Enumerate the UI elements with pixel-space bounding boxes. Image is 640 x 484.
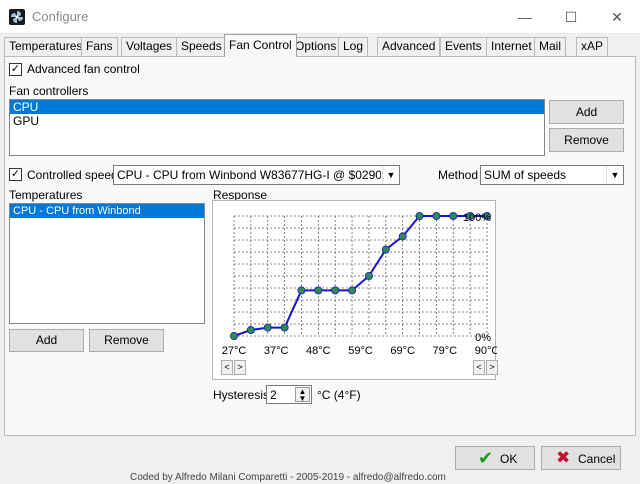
list-item[interactable]: GPU [10,114,544,128]
curve-point[interactable] [331,286,340,295]
app-fan-icon [9,9,25,25]
curve-point[interactable] [314,286,323,295]
curve-point[interactable] [398,232,407,241]
window-title: Configure [32,9,89,24]
x-tick-label: 59°C [348,345,373,357]
tab-internet[interactable]: Internet [486,37,537,56]
fan-controllers-list[interactable]: CPU GPU [9,99,545,156]
maximize-button[interactable]: ☐ [548,0,594,34]
cross-icon: ✖ [556,448,571,467]
cancel-button[interactable]: ✖ Cancel [541,446,621,470]
checkmark-icon: ✔ [478,448,494,468]
curve-point[interactable] [348,286,357,295]
remove-temperature-button[interactable]: Remove [89,329,164,352]
ok-label: OK [500,452,518,466]
tab-log[interactable]: Log [338,37,369,56]
list-item[interactable]: CPU [10,100,544,114]
curve-point[interactable] [449,211,458,220]
tab-xap[interactable]: xAP [576,37,609,56]
credits-text: Coded by Alfredo Milani Comparetti - 200… [130,472,446,483]
curve-point[interactable] [415,211,424,220]
temperatures-label: Temperatures [9,188,83,202]
tab-voltages[interactable]: Voltages [121,37,178,56]
ok-button[interactable]: ✔ OK [455,446,535,470]
chevron-down-icon[interactable]: ▼ [606,166,623,184]
remove-fan-controller-button[interactable]: Remove [549,128,624,152]
tab-events[interactable]: Events [440,37,487,56]
advanced-fan-control-checkbox[interactable]: ✓ [9,63,22,76]
controlled-speed-select[interactable]: CPU - CPU from Winbond W83677HG-I @ $029… [113,165,400,185]
hysteresis-label: Hysteresis [213,388,270,402]
tab-fan-control[interactable]: Fan Control [224,34,297,57]
cancel-label: Cancel [578,452,616,466]
response-graph[interactable]: 100% 0% 27°C 37°C 48°C 59°C 69°C 79°C 90°C < >… [212,200,499,381]
tab-speeds[interactable]: Speeds [176,37,227,56]
y-tick-label: 0% [475,332,491,344]
curve-point[interactable] [364,272,373,281]
fan-controllers-label: Fan controllers [9,84,89,98]
x-tick-label: 48°C [306,345,331,357]
curve-point[interactable] [280,323,289,332]
x-tick-label: 69°C [390,345,415,357]
tab-fans[interactable]: Fans [81,37,118,56]
range-right-button[interactable]: > [486,360,498,375]
chevron-down-icon[interactable]: ▼ [382,166,399,184]
add-fan-controller-button[interactable]: Add [549,100,624,124]
shift-left-button[interactable]: < [221,360,233,375]
method-label: Method [438,168,479,182]
minimize-button[interactable]: — [502,0,548,34]
spinner-arrows-icon[interactable]: ▲ ▼ [295,387,310,403]
response-curve-svg[interactable]: 100% 0% 27°C 37°C 48°C 59°C 69°C 79°C 90°C [213,201,499,381]
x-tick-label: 27°C [222,345,247,357]
x-tick-label: 79°C [433,345,458,357]
curve-point[interactable] [246,326,255,335]
temperatures-list[interactable]: CPU - CPU from Winbond W83677HG-I [9,203,205,324]
tab-strip: Temperatures Fans Voltages Speeds Fan Co… [4,34,636,57]
controlled-speed-value: CPU - CPU from Winbond W83677HG-I @ $029… [117,168,381,182]
y-tick-label: 100% [463,212,491,224]
shift-right-button[interactable]: > [234,360,246,375]
tab-temperatures[interactable]: Temperatures [4,37,88,56]
x-tick-label: 90°C [475,345,497,357]
add-temperature-button[interactable]: Add [9,329,84,352]
list-item[interactable]: CPU - CPU from Winbond W83677HG-I [10,204,204,231]
controlled-speed-label: Controlled speed [27,168,118,182]
tab-advanced[interactable]: Advanced [377,37,441,56]
curve-point[interactable] [432,211,441,220]
curve-point[interactable] [381,245,390,254]
curve-point[interactable] [263,323,272,332]
hysteresis-value: 2 [270,388,277,402]
method-value: SUM of speeds [484,168,567,182]
x-tick-label: 37°C [264,345,289,357]
curve-point[interactable] [297,286,306,295]
hysteresis-input[interactable]: 2 ▲ ▼ [266,385,312,404]
hysteresis-unit: °C (4°F) [317,388,361,402]
title-bar: Configure — ☐ ✕ [0,0,640,34]
tab-mail[interactable]: Mail [534,37,567,56]
curve-point[interactable] [229,331,238,340]
range-left-button[interactable]: < [473,360,485,375]
tab-options[interactable]: Options [290,37,342,56]
close-button[interactable]: ✕ [594,0,640,34]
controlled-speed-checkbox[interactable]: ✓ [9,168,22,181]
method-select[interactable]: SUM of speeds ▼ [480,165,624,185]
advanced-fan-control-label: Advanced fan control [27,62,140,76]
